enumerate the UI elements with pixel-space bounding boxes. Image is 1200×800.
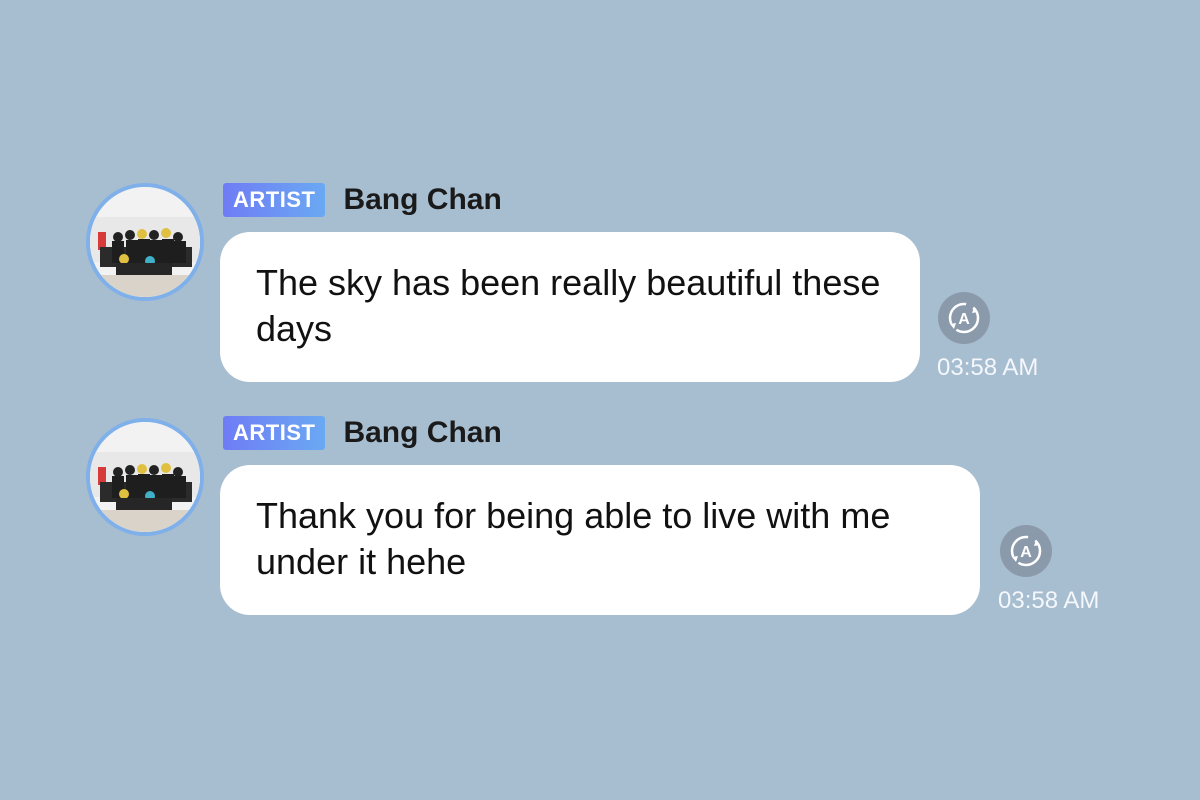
message-header: ARTIST Bang Chan: [223, 416, 502, 450]
artist-badge: ARTIST: [223, 416, 326, 450]
timestamp: 03:58 AM: [998, 587, 1100, 614]
svg-text:A: A: [1020, 544, 1032, 561]
message-bubble[interactable]: Thank you for being able to live with me…: [220, 465, 980, 615]
avatar[interactable]: [86, 418, 204, 536]
translate-icon[interactable]: A: [938, 292, 990, 344]
group-photo: [90, 422, 200, 532]
sender-name[interactable]: Bang Chan: [343, 416, 501, 450]
timestamp: 03:58 AM: [937, 354, 1039, 381]
translate-icon-glyph: A: [1010, 535, 1042, 567]
translate-icon-glyph: A: [948, 302, 980, 334]
translate-icon[interactable]: A: [1000, 525, 1052, 577]
svg-text:A: A: [958, 311, 970, 328]
message-bubble[interactable]: The sky has been really beautiful these …: [220, 232, 920, 382]
chat-message: ARTIST Bang Chan Thank you for being abl…: [0, 0, 1200, 615]
